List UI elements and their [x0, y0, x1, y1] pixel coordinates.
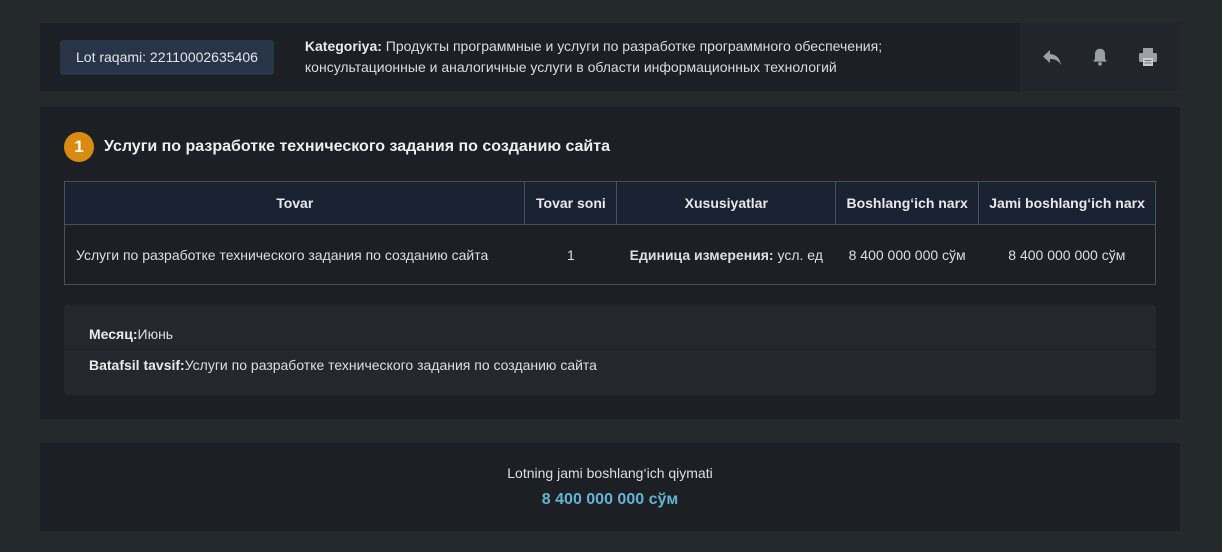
description-label: Batafsil tavsif: — [89, 357, 185, 373]
category-label: Kategoriya: — [304, 38, 382, 54]
cell-price: 8 400 000 000 сўм — [835, 224, 979, 285]
col-header-tovar: Tovar — [63, 181, 526, 225]
total-value: 8 400 000 000 сўм — [541, 491, 679, 508]
goods-table: Tovar Tovar soni Xususiyatlar Boshlang‘i… — [63, 181, 1156, 285]
bell-icon[interactable] — [1087, 44, 1113, 70]
month-line: Месяц:Июнь — [89, 326, 173, 342]
col-header-soni: Tovar soni — [524, 181, 618, 225]
description-line: Batafsil tavsif:Услуги по разработке тех… — [89, 357, 597, 373]
category-text: Продукты программные и услуги по разрабо… — [304, 38, 883, 75]
cell-total-price: 8 400 000 000 сўм — [978, 224, 1156, 285]
lot-item-card: 1 Услуги по разработке технического зада… — [40, 107, 1180, 419]
details-divider — [64, 349, 1156, 350]
item-details-box: Месяц:Июнь Batafsil tavsif:Услуги по раз… — [64, 305, 1156, 395]
col-header-narx: Boshlang‘ich narx — [835, 181, 980, 225]
spec-label: Единица измерения: — [629, 246, 774, 263]
total-label: Lotning jami boshlang‘ich qiymati — [507, 465, 713, 481]
col-header-xususiyatlar: Xususiyatlar — [616, 181, 837, 225]
cell-soni: 1 — [524, 224, 617, 285]
lot-total-card: Lotning jami boshlang‘ich qiymati 8 400 … — [40, 443, 1180, 531]
description-value: Услуги по разработке технического задани… — [184, 357, 597, 373]
cell-xususiyatlar: Единица измерения: усл. ед — [616, 224, 836, 285]
month-label: Месяц: — [89, 326, 138, 342]
table-header-row: Tovar Tovar soni Xususiyatlar Boshlang‘i… — [63, 181, 1156, 225]
item-number-badge: 1 — [64, 132, 94, 162]
reply-icon[interactable] — [1039, 44, 1065, 70]
item-title: Услуги по разработке технического задани… — [104, 138, 610, 155]
spec-value: усл. ед — [773, 246, 823, 263]
col-header-jami-narx: Jami boshlang‘ich narx — [978, 181, 1156, 225]
item-title-row: 1 Услуги по разработке технического зада… — [64, 132, 610, 162]
lot-header: Lot raqami: 22110002635406 Kategoriya: П… — [40, 23, 1180, 91]
table-row: Услуги по разработке технического задани… — [63, 224, 1156, 285]
header-actions — [1020, 23, 1180, 91]
lot-category: Kategoriya: Продукты программные и услуг… — [305, 36, 945, 78]
cell-tovar: Услуги по разработке технического задани… — [63, 224, 525, 285]
month-value: Июнь — [137, 326, 174, 342]
printer-icon[interactable] — [1135, 44, 1161, 70]
lot-number-badge: Lot raqami: 22110002635406 — [60, 39, 274, 75]
